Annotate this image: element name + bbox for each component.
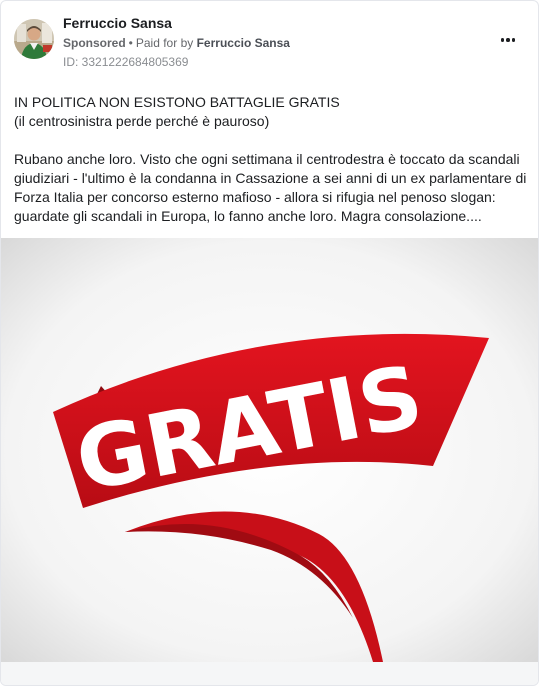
post-headline: IN POLITICA NON ESISTONO BATTAGLIE GRATI… bbox=[14, 94, 340, 110]
more-options-button[interactable] bbox=[496, 30, 520, 50]
page-avatar[interactable] bbox=[14, 19, 54, 59]
ad-card: Ferruccio Sansa Sponsored • Paid for by Fe… bbox=[0, 0, 539, 686]
meta-separator: • bbox=[128, 36, 133, 50]
post-body: IN POLITICA NON ESISTONO BATTAGLIE GRATI… bbox=[14, 93, 529, 226]
sponsored-label: Sponsored bbox=[63, 36, 126, 50]
ad-id: ID: 3321222684805369 bbox=[63, 55, 189, 69]
more-dot bbox=[506, 38, 510, 42]
ad-meta: Sponsored • Paid for by Ferruccio Sansa bbox=[63, 36, 290, 50]
gratis-banner-graphic: GRATIS bbox=[1, 238, 538, 662]
more-dot bbox=[511, 38, 516, 42]
post-paragraph: Rubano anche loro. Visto che ogni settim… bbox=[14, 151, 527, 224]
avatar-photo bbox=[14, 19, 54, 59]
more-horizontal-icon bbox=[500, 38, 505, 42]
page-name[interactable]: Ferruccio Sansa bbox=[63, 15, 172, 31]
paid-for-prefix: Paid for by bbox=[135, 36, 194, 50]
post-subheadline: (il centrosinistra perde perché è pauros… bbox=[14, 113, 270, 129]
card-footer bbox=[1, 662, 538, 685]
paid-for-name: Ferruccio Sansa bbox=[196, 36, 290, 50]
ad-image[interactable]: GRATIS bbox=[1, 238, 538, 662]
post-header: Ferruccio Sansa Sponsored • Paid for by Fe… bbox=[1, 1, 538, 81]
